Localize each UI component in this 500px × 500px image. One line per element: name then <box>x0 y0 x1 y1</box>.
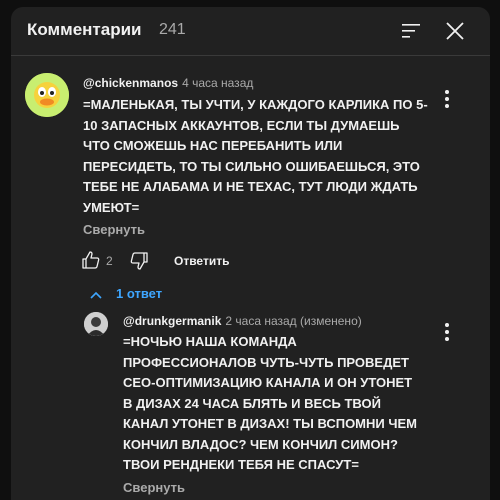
reply-text-line: В ДИЗАХ 24 ЧАСА БЛЯТЬ И ВЕСЬ ТВОЙ <box>123 395 381 411</box>
comment-text: =МАЛЕНЬКАЯ, ТЫ УЧТИ, У КАЖДОГО КАРЛИКА П… <box>83 95 433 218</box>
reply-more-button[interactable] <box>439 320 455 344</box>
collapse-link[interactable]: Свернуть <box>83 222 145 237</box>
duck-avatar-image <box>25 73 69 117</box>
replies-toggle[interactable]: 1 ответ <box>89 286 209 304</box>
reply-button[interactable]: Ответить <box>174 254 229 268</box>
reply-text-line: =НОЧЬЮ НАША КОМАНДА <box>123 334 297 349</box>
chevron-up-icon <box>90 291 102 299</box>
comments-count: 241 <box>159 21 186 38</box>
comment-header: @chickenmanos 4 часа назад <box>83 76 253 90</box>
thumb-down-icon <box>130 252 148 270</box>
like-count: 2 <box>106 254 113 268</box>
comment-text-line: 10 ЗАПАСНЫХ АККАУНТОВ, ЕСЛИ ТЫ ДУМАЕШЬ <box>83 117 400 133</box>
more-vert-icon <box>445 323 449 341</box>
comments-panel: Комментарии 241 @chickenmanos 4 часа наз… <box>11 7 490 500</box>
more-vert-icon <box>445 90 449 108</box>
reply-text: =НОЧЬЮ НАША КОМАНДА ПРОФЕССИОНАЛОВ ЧУТЬ-… <box>123 332 433 476</box>
reply-text-line: КОНЧИЛ ВЛАДОС? ЧЕМ КОНЧИЛ СИМОН? <box>123 436 398 452</box>
dislike-button[interactable] <box>129 251 149 271</box>
thumb-up-icon <box>82 251 100 269</box>
comment-time[interactable]: 4 часа назад <box>182 76 253 90</box>
comment-more-button[interactable] <box>439 87 455 111</box>
reply-text-line: СЕО-ОПТИМИЗАЦИЮ КАНАЛА И ОН УТОНЕТ <box>123 375 413 390</box>
comment-text-line: =МАЛЕНЬКАЯ, ТЫ УЧТИ, У КАЖДОГО КАРЛИКА П… <box>83 97 428 112</box>
comments-title: Комментарии <box>27 20 142 39</box>
person-avatar-image <box>84 312 108 336</box>
header-divider <box>11 55 490 56</box>
reply-text-line: КАНАЛ УТОНЕТ В ДИЗАХ! ТЫ ВСПОМНИ ЧЕМ <box>123 416 417 431</box>
comments-header: Комментарии 241 <box>11 7 490 55</box>
comment-text-line: ПЕРЕСИДЕТЬ, ТО ТЫ СИЛЬНО ОШИБАЕШЬСЯ, ЭТО <box>83 158 420 174</box>
reply-avatar[interactable] <box>84 312 108 336</box>
reply-author[interactable]: @drunkgermanik <box>123 314 221 328</box>
reply-collapse-link[interactable]: Свернуть <box>123 480 185 495</box>
reply-text-line: ТВОИ РЕНДНЕКИ ТЕБЯ НЕ СПАСУТ= <box>123 457 359 472</box>
comment-text-line: ТЕБЕ НЕ АЛАБАМА И НЕ ТЕХАС, ТУТ ЛЮДИ ЖДА… <box>83 179 418 194</box>
reply-header: @drunkgermanik 2 часа назад (изменено) <box>123 314 362 328</box>
close-button[interactable] <box>443 19 467 43</box>
comment-text-line: УМЕЮТ= <box>83 199 140 215</box>
comment-author[interactable]: @chickenmanos <box>83 76 178 90</box>
sort-icon <box>402 24 420 38</box>
like-button[interactable] <box>81 250 101 270</box>
avatar[interactable] <box>25 73 69 117</box>
reply-time[interactable]: 2 часа назад (изменено) <box>225 314 361 328</box>
replies-count-label: 1 ответ <box>116 286 163 301</box>
reply-text-line: ПРОФЕССИОНАЛОВ ЧУТЬ-ЧУТЬ ПРОВЕДЕТ <box>123 354 409 370</box>
close-icon <box>446 22 464 40</box>
comment-text-line: ЧТО СМОЖЕШЬ НАС ПЕРЕБАНИТЬ ИЛИ <box>83 138 343 153</box>
sort-button[interactable] <box>399 19 423 43</box>
